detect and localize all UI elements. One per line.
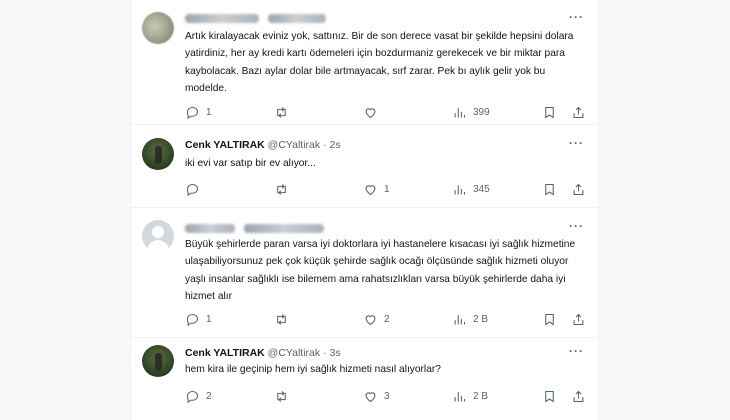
bookmark-icon [545,313,554,325]
share-button[interactable] [571,104,586,120]
more-icon[interactable]: ··· [569,344,584,358]
views-button[interactable]: 345 [452,181,490,197]
share-icon [573,106,584,118]
timeline-column: ··· Artık kiralayacak eviniz yok, sattın… [130,0,600,420]
tweet-time[interactable]: · 2s [323,139,341,151]
tweet-text: Artık kiralayacak eviniz yok, sattınız. … [185,31,574,94]
tweet-header [185,222,324,234]
like-button[interactable]: 1 [363,181,390,197]
reply-button[interactable]: 1 [185,311,212,327]
tweet-text: Büyük şehirlerde paran varsa iyi doktorl… [185,239,576,302]
tweet-header: Cenk YALTIRAK @CYaltirak · 3s [185,347,341,359]
tweet-4[interactable]: Cenk YALTIRAK @CYaltirak · 3s ··· hem ki… [131,338,600,420]
tweet-2[interactable]: Cenk YALTIRAK @CYaltirak · 2s ··· iki ev… [131,125,600,208]
blurred-author-handle [267,13,326,23]
bookmark-button[interactable] [542,311,557,327]
reply-button[interactable]: 1 [185,104,212,120]
views-count: 345 [473,183,490,195]
like-button[interactable] [363,104,384,120]
tweet-time[interactable]: · 3s [323,347,341,359]
views-count: 2 B [473,390,489,402]
avatar[interactable] [142,12,174,44]
like-button[interactable]: 3 [363,388,390,404]
reply-count: 1 [206,313,212,325]
tweet-actions: 1 2 2 B [131,311,600,327]
like-icon [365,184,376,195]
reply-count: 2 [206,390,212,402]
more-icon[interactable]: ··· [569,10,584,24]
like-icon [365,391,376,402]
views-icon [454,391,466,401]
tweet-header: Cenk YALTIRAK @CYaltirak · 2s [185,139,341,151]
like-icon [365,107,376,118]
blurred-author-handle [243,223,324,233]
tweet-actions: 1 399 [131,104,600,120]
views-button[interactable]: 2 B [452,311,488,327]
tweet-text: iki evi var satıp bir ev alıyor... [185,158,316,169]
retweet-button[interactable] [274,311,295,327]
reply-icon [186,390,199,403]
views-icon [454,314,466,324]
retweet-icon [277,313,286,325]
tweet-actions: 1 345 [131,181,600,197]
more-icon[interactable]: ··· [569,136,584,150]
blurred-author-name [185,223,235,233]
reply-icon [186,313,199,326]
bookmark-button[interactable] [542,388,557,404]
share-icon [573,183,584,195]
retweet-button[interactable] [274,388,295,404]
views-button[interactable]: 2 B [452,388,488,404]
bookmark-icon [545,183,554,195]
views-count: 2 B [473,313,489,325]
retweet-button[interactable] [274,181,295,197]
like-count: 1 [384,183,390,195]
retweet-icon [277,390,286,402]
author-name[interactable]: Cenk YALTIRAK [185,139,265,151]
share-icon [573,390,584,402]
tweet-actions: 2 3 2 B [131,388,600,404]
reply-icon [186,183,199,196]
blurred-author-name [185,13,259,23]
more-icon[interactable]: ··· [569,219,584,233]
avatar[interactable] [142,138,174,170]
share-icon [573,313,584,325]
tweet-header [185,12,326,24]
share-button[interactable] [571,388,586,404]
reply-button[interactable]: 2 [185,388,212,404]
avatar[interactable] [142,345,174,377]
retweet-button[interactable] [274,104,295,120]
author-handle[interactable]: @CYaltirak [268,347,320,359]
author-name[interactable]: Cenk YALTIRAK [185,347,265,359]
like-count: 3 [384,390,390,402]
reply-button[interactable] [185,181,206,197]
reply-count: 1 [206,106,212,118]
like-button[interactable]: 2 [363,311,390,327]
like-icon [365,314,376,325]
views-button[interactable]: 399 [452,104,490,120]
views-icon [454,107,466,117]
tweet-text: hem kira ile geçinip hem iyi sağlık hizm… [185,364,441,375]
views-count: 399 [473,106,490,118]
author-handle[interactable]: @CYaltirak [268,139,320,151]
retweet-icon [277,183,286,195]
bookmark-button[interactable] [542,181,557,197]
avatar[interactable] [142,220,174,252]
bookmark-icon [545,106,554,118]
tweet-1[interactable]: ··· Artık kiralayacak eviniz yok, sattın… [131,0,600,125]
retweet-icon [277,106,286,118]
bookmark-icon [545,390,554,402]
views-icon [454,184,466,194]
tweet-3[interactable]: ··· Büyük şehirlerde paran varsa iyi dok… [131,208,600,338]
share-button[interactable] [571,181,586,197]
reply-icon [186,106,199,119]
share-button[interactable] [571,311,586,327]
like-count: 2 [384,313,390,325]
bookmark-button[interactable] [542,104,557,120]
